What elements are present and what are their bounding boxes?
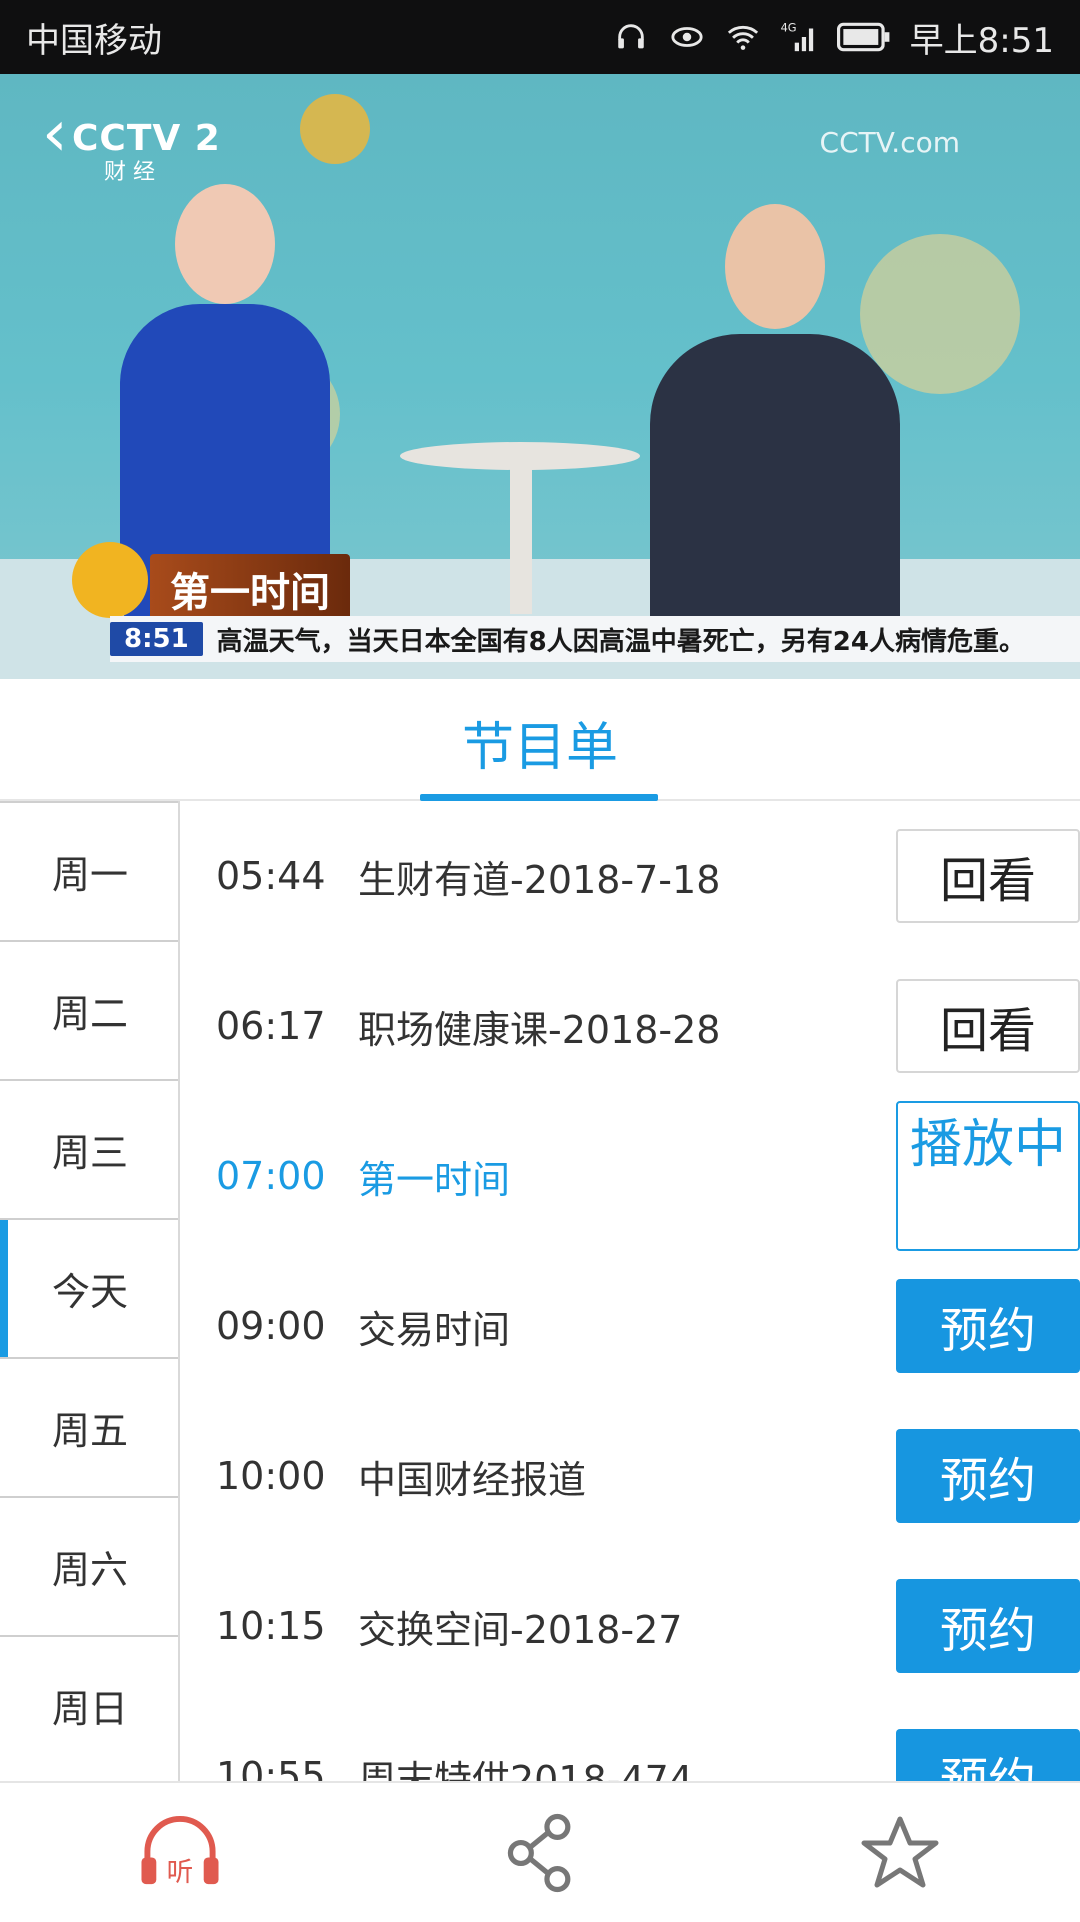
tab-today[interactable]: 今天 bbox=[0, 1218, 180, 1357]
section-title[interactable]: 节目单 bbox=[462, 705, 618, 780]
status-time: 早上8:51 bbox=[909, 20, 1054, 61]
program-row[interactable]: 10:00 中国财经报道 预约 bbox=[180, 1401, 1080, 1551]
program-row[interactable]: 09:00 交易时间 预约 bbox=[180, 1251, 1080, 1401]
ticker-time: 8:51 bbox=[110, 622, 203, 656]
program-globe-icon bbox=[72, 542, 148, 618]
listen-icon[interactable]: 听 bbox=[100, 1803, 260, 1903]
program-time: 10:15 bbox=[216, 1604, 326, 1648]
tab-sunday[interactable]: 周日 bbox=[0, 1635, 180, 1774]
program-list[interactable]: 05:44 生财有道-2018-7-18 回看 06:17 职场健康课-2018… bbox=[180, 801, 1080, 1781]
program-time: 06:17 bbox=[216, 1004, 326, 1048]
decor-flower bbox=[300, 94, 370, 164]
program-badge: 第一时间 bbox=[150, 554, 350, 624]
headphones-icon bbox=[612, 18, 650, 56]
studio-table-leg bbox=[510, 464, 532, 614]
decor-flower bbox=[860, 234, 1020, 394]
favorite-star-icon[interactable] bbox=[820, 1803, 980, 1903]
status-bar: 中国移动 4G 早上8:51 bbox=[0, 0, 1080, 74]
program-title: 生财有道-2018-7-18 bbox=[358, 857, 721, 902]
wifi-icon bbox=[724, 18, 762, 56]
program-row[interactable]: 05:44 生财有道-2018-7-18 回看 bbox=[180, 801, 1080, 951]
presenter-right bbox=[650, 204, 900, 654]
back-arrow-icon[interactable]: ‹ bbox=[42, 102, 68, 166]
tab-monday[interactable]: 周一 bbox=[0, 801, 180, 940]
tab-wednesday[interactable]: 周三 bbox=[0, 1079, 180, 1218]
tab-friday[interactable]: 周五 bbox=[0, 1357, 180, 1496]
reserve-button[interactable]: 预约 bbox=[896, 1429, 1080, 1523]
program-title: 第一时间 bbox=[358, 1157, 511, 1202]
program-time: 05:44 bbox=[216, 854, 326, 898]
svg-text:听: 听 bbox=[167, 1857, 194, 1888]
share-icon[interactable] bbox=[460, 1803, 620, 1903]
program-time: 09:00 bbox=[216, 1304, 326, 1348]
news-ticker: 8:51 高温天气，当天日本全国有8人因高温中暑死亡，另有24人病情危重。 bbox=[110, 616, 1080, 662]
reserve-button[interactable]: 预约 bbox=[896, 1279, 1080, 1373]
program-title: 交换空间-2018-27 bbox=[358, 1607, 683, 1652]
program-title: 交易时间 bbox=[358, 1307, 511, 1352]
program-title: 周末特供2018-474 bbox=[358, 1757, 693, 1782]
program-time: 07:00 bbox=[216, 1154, 326, 1198]
program-time: 10:00 bbox=[216, 1454, 326, 1498]
section-title-underline bbox=[420, 794, 658, 801]
svg-text:4G: 4G bbox=[780, 20, 796, 34]
channel-sub: 财 经 bbox=[104, 160, 155, 185]
signal-4g-icon: 4G bbox=[780, 18, 818, 56]
program-row[interactable]: 10:15 交换空间-2018-27 预约 bbox=[180, 1551, 1080, 1701]
program-row[interactable]: 06:17 职场健康课-2018-28 回看 bbox=[180, 951, 1080, 1101]
reserve-button[interactable]: 预约 bbox=[896, 1729, 1080, 1781]
program-title: 中国财经报道 bbox=[358, 1457, 587, 1502]
program-title: 职场健康课-2018-28 bbox=[358, 1007, 721, 1052]
day-tabs: 周一 周二 周三 今天 周五 周六 周日 bbox=[0, 801, 180, 1781]
now-playing-button[interactable]: 播放中 bbox=[896, 1101, 1080, 1251]
status-icons: 4G 早上8:51 bbox=[612, 13, 1054, 62]
tab-tuesday[interactable]: 周二 bbox=[0, 940, 180, 1079]
program-row-current[interactable]: 07:00 第一时间 播放中 bbox=[180, 1101, 1080, 1251]
replay-button[interactable]: 回看 bbox=[896, 829, 1080, 923]
video-player[interactable]: ‹ CCTV 2 财 经 CCTV.com 第一时间 8:51 高温天气，当天日… bbox=[0, 74, 1080, 679]
tab-saturday[interactable]: 周六 bbox=[0, 1496, 180, 1635]
replay-button[interactable]: 回看 bbox=[896, 979, 1080, 1073]
program-row[interactable]: 10:55 周末特供2018-474 预约 bbox=[180, 1701, 1080, 1781]
battery-icon bbox=[836, 18, 892, 56]
eye-icon bbox=[668, 18, 706, 56]
reserve-button[interactable]: 预约 bbox=[896, 1579, 1080, 1673]
channel-logo: CCTV 2 bbox=[72, 118, 221, 159]
program-guide-header: 节目单 bbox=[0, 679, 1080, 801]
bottom-nav: 听 bbox=[0, 1781, 1080, 1922]
program-time: 10:55 bbox=[216, 1754, 326, 1781]
watermark: CCTV.com bbox=[819, 126, 960, 159]
carrier-label: 中国移动 bbox=[26, 20, 162, 61]
ticker-text: 高温天气，当天日本全国有8人因高温中暑死亡，另有24人病情危重。 bbox=[216, 626, 1025, 657]
